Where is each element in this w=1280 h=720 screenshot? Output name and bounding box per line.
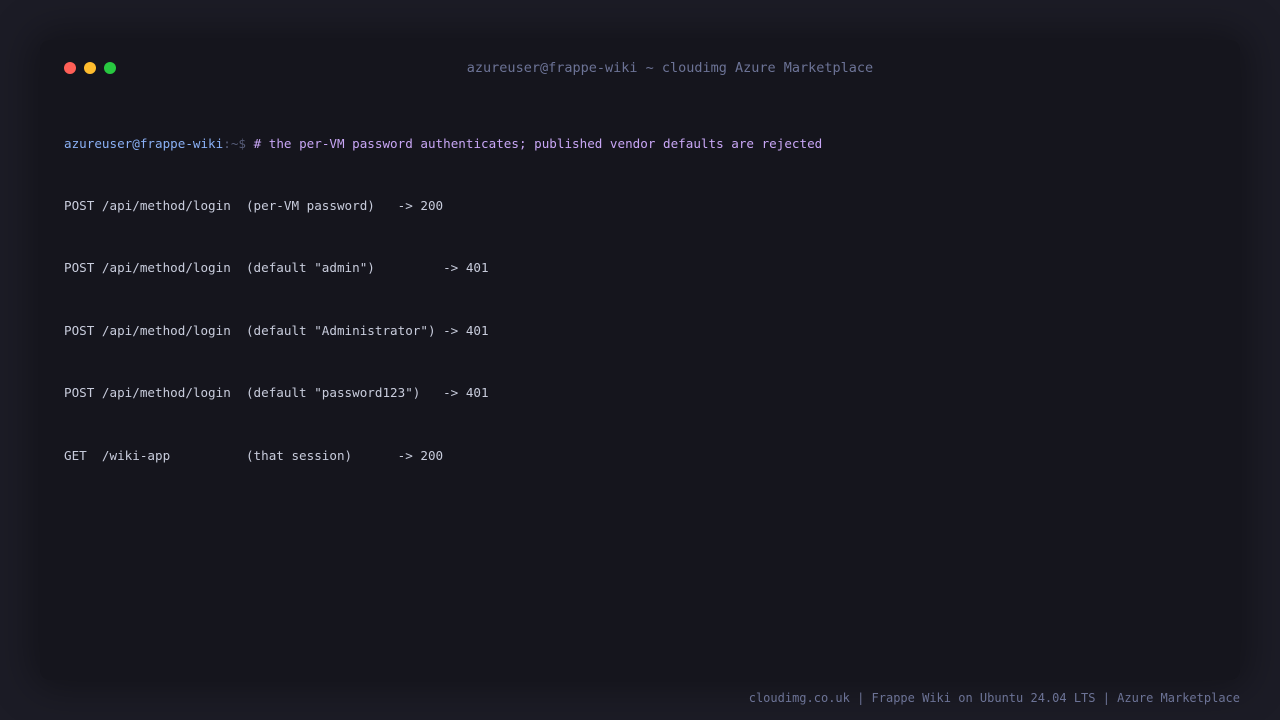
output-line: POST /api/method/login (default "passwor…: [64, 385, 489, 401]
output-line: POST /api/method/login (per-VM password)…: [64, 197, 444, 213]
output-line: POST /api/method/login (default "admin")…: [64, 260, 489, 276]
output-line: POST /api/method/login (default "Adminis…: [64, 322, 489, 338]
prompt-path: :~$: [223, 135, 246, 151]
window-title: azureuser@frappe-wiki ~ cloudimg Azure M…: [466, 60, 874, 76]
output-line: GET /wiki-app (that session) -> 200: [64, 447, 444, 463]
terminal-window: azureuser@frappe-wiki ~ cloudimg Azure M…: [40, 40, 1240, 680]
window-titlebar: azureuser@frappe-wiki ~ cloudimg Azure M…: [40, 40, 1240, 96]
prompt-user-host: azureuser@frappe-wiki: [64, 135, 224, 151]
footer-caption: cloudimg.co.uk | Frappe Wiki on Ubuntu 2…: [748, 691, 1240, 705]
prompt-command: # the per-VM password authenticates; pub…: [253, 135, 823, 151]
prompt-line: azureuser@frappe-wiki:~$ # the per-VM pa…: [64, 134, 1224, 155]
terminal-output[interactable]: azureuser@frappe-wiki:~$ # the per-VM pa…: [64, 92, 1224, 508]
